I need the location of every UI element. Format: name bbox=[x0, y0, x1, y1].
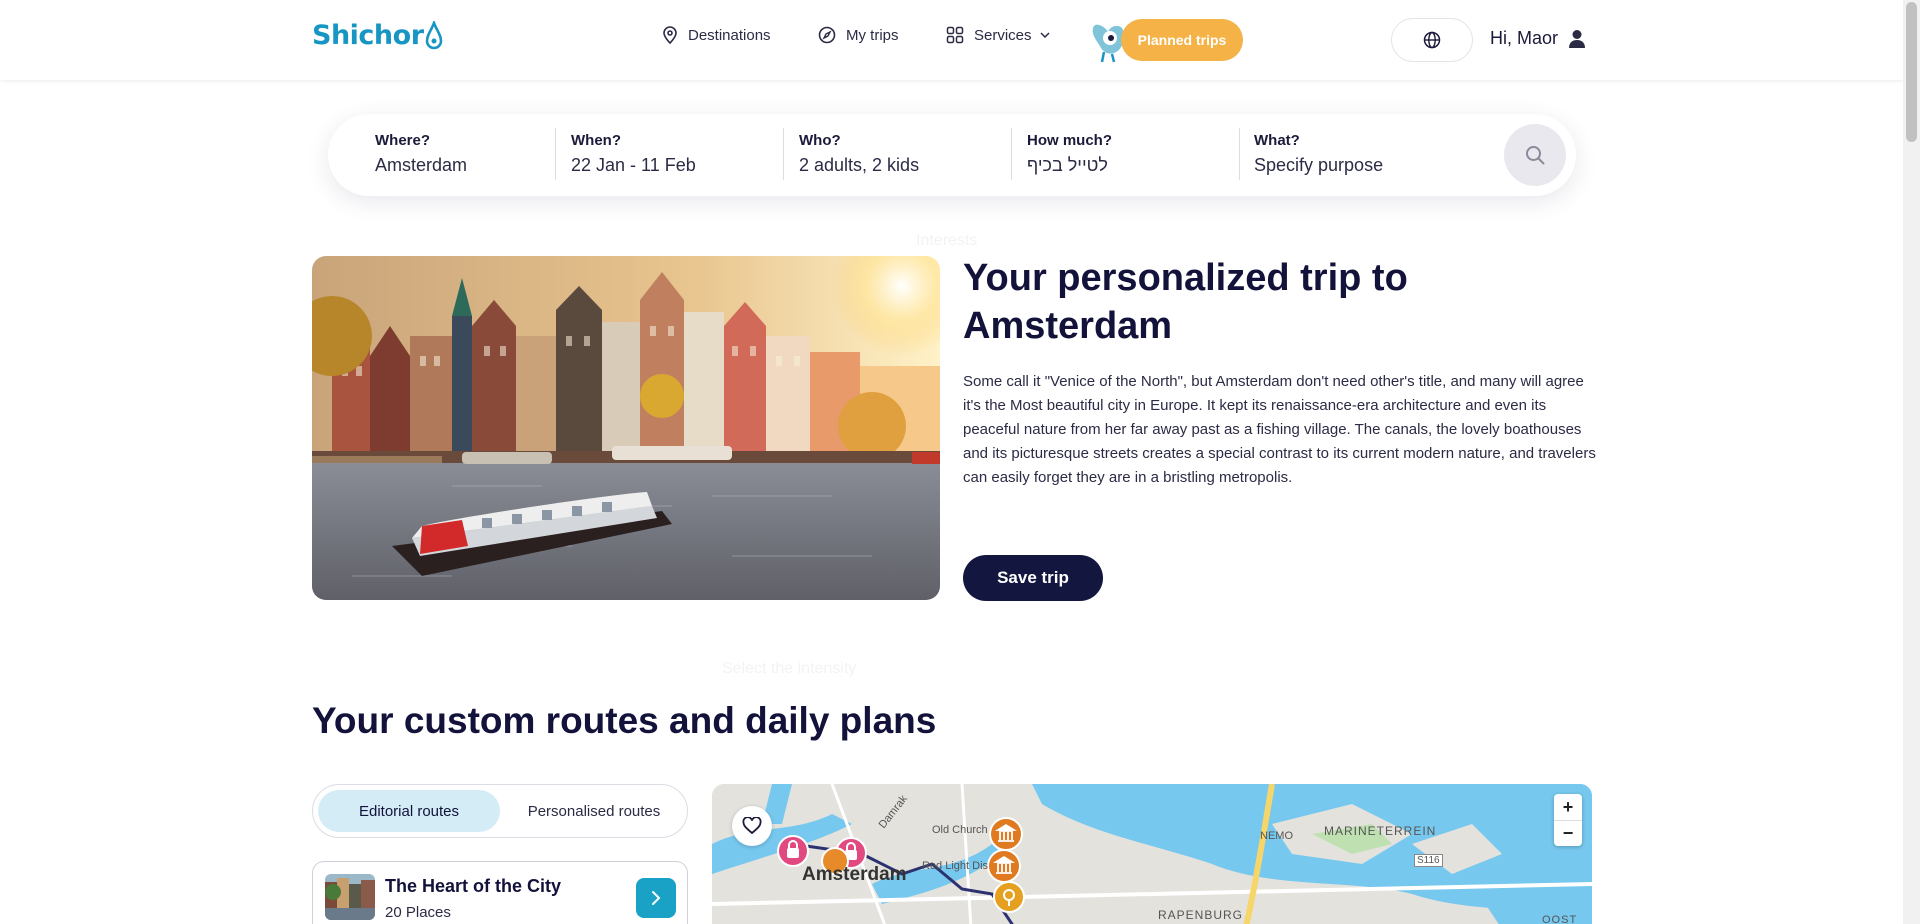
purpose-value: Specify purpose bbox=[1254, 155, 1384, 175]
purpose-label: What? bbox=[1254, 132, 1300, 149]
map-label-poi: NEMO bbox=[1260, 830, 1293, 842]
user-greeting: Hi, Maor bbox=[1490, 28, 1559, 48]
budget-field[interactable]: How much? לטייל בכיף bbox=[1027, 130, 1227, 182]
divider bbox=[1239, 128, 1240, 180]
route-map[interactable]: Damrak Old Church Red Light Dis Amsterda… bbox=[712, 784, 1592, 924]
map-label-area: RAPENBURG bbox=[1158, 908, 1244, 922]
map-label-area: OOST bbox=[1542, 914, 1578, 924]
logo[interactable]: Shichor bbox=[312, 20, 443, 51]
divider bbox=[555, 128, 556, 180]
nav-services[interactable]: Services bbox=[946, 26, 1060, 44]
nav-my-trips[interactable]: My trips bbox=[818, 26, 899, 44]
route-places-count: 20 Places bbox=[385, 904, 451, 921]
language-button[interactable] bbox=[1391, 18, 1473, 62]
map-marker-attraction[interactable] bbox=[992, 880, 1026, 914]
divider bbox=[783, 128, 784, 180]
planned-trips-button[interactable]: Planned trips bbox=[1121, 19, 1243, 61]
map-label-city: Amsterdam bbox=[802, 864, 907, 885]
save-trip-button[interactable]: Save trip bbox=[963, 555, 1103, 601]
logo-drop-icon bbox=[425, 20, 442, 49]
destination-description: Some call it "Venice of the North", but … bbox=[963, 373, 1596, 486]
route-thumbnail bbox=[325, 874, 375, 920]
user-menu[interactable]: Hi, Maor bbox=[1490, 28, 1586, 49]
tab-editorial-routes[interactable]: Editorial routes bbox=[318, 790, 500, 832]
route-name: The Heart of the City bbox=[385, 876, 562, 896]
favorite-button[interactable] bbox=[732, 806, 772, 846]
who-label: Who? bbox=[799, 132, 841, 149]
zoom-out-button[interactable]: − bbox=[1554, 820, 1582, 846]
user-icon bbox=[1569, 29, 1586, 48]
trip-search-bar: Where? Amsterdam When? 22 Jan - 11 Feb W… bbox=[328, 114, 1576, 196]
map-marker-museum[interactable] bbox=[986, 848, 1022, 884]
zoom-in-button[interactable]: + bbox=[1554, 794, 1582, 820]
ghost-interests-label: Interests bbox=[916, 232, 978, 249]
where-field[interactable]: Where? Amsterdam bbox=[375, 130, 555, 182]
logo-text: Shichor bbox=[312, 20, 424, 51]
route-card[interactable]: The Heart of the City 20 Places bbox=[312, 861, 688, 924]
tab-personalised-routes[interactable]: Personalised routes bbox=[505, 790, 683, 832]
when-field[interactable]: When? 22 Jan - 11 Feb bbox=[571, 130, 771, 182]
top-header: Shichor Destinations My trips Services P… bbox=[0, 0, 1903, 80]
divider bbox=[1011, 128, 1012, 180]
map-zoom-controls: + − bbox=[1554, 794, 1582, 846]
routes-section-title: Your custom routes and daily plans bbox=[312, 700, 937, 741]
amsterdam-canal-illustration bbox=[312, 256, 940, 600]
map-label-poi: Red Light Dis bbox=[922, 860, 989, 872]
map-marker-museum[interactable] bbox=[988, 816, 1024, 852]
ghost-intensity-label: Select the intensity bbox=[722, 660, 857, 677]
nav-destinations[interactable]: Destinations bbox=[662, 26, 771, 44]
heart-icon bbox=[742, 817, 762, 835]
budget-label: How much? bbox=[1027, 132, 1112, 149]
chevron-down-icon bbox=[1040, 32, 1050, 38]
search-icon bbox=[1526, 146, 1545, 165]
where-label: Where? bbox=[375, 132, 431, 149]
grid-icon bbox=[946, 26, 964, 44]
when-label: When? bbox=[571, 132, 621, 149]
purpose-field[interactable]: What? Specify purpose bbox=[1254, 130, 1474, 182]
where-value: Amsterdam bbox=[375, 155, 468, 175]
map-label-area: MARINETERREIN bbox=[1324, 824, 1437, 838]
budget-value: לטייל בכיף bbox=[1027, 155, 1108, 175]
scrollbar-thumb[interactable] bbox=[1906, 2, 1917, 142]
page-title: Your personalized trip to Amsterdam bbox=[963, 257, 1408, 347]
map-marker-shopping[interactable] bbox=[776, 834, 810, 868]
who-value: 2 adults, 2 kids bbox=[799, 155, 920, 175]
map-pin-icon bbox=[663, 26, 677, 44]
compass-icon bbox=[818, 26, 836, 44]
map-label-poi: Old Church bbox=[932, 824, 988, 836]
map-label-road: S116 bbox=[1414, 854, 1443, 867]
nav-services-label: Services bbox=[974, 26, 1032, 44]
search-button[interactable] bbox=[1504, 124, 1566, 186]
nav-destinations-label: Destinations bbox=[688, 26, 771, 44]
when-value: 22 Jan - 11 Feb bbox=[571, 155, 696, 175]
chevron-right-icon bbox=[652, 891, 661, 905]
route-tabs: Editorial routes Personalised routes bbox=[312, 784, 688, 838]
hero-image bbox=[312, 256, 940, 600]
open-route-button[interactable] bbox=[636, 878, 676, 918]
nav-my-trips-label: My trips bbox=[846, 26, 899, 44]
who-field[interactable]: Who? 2 adults, 2 kids bbox=[799, 130, 999, 182]
globe-icon bbox=[1423, 31, 1441, 49]
